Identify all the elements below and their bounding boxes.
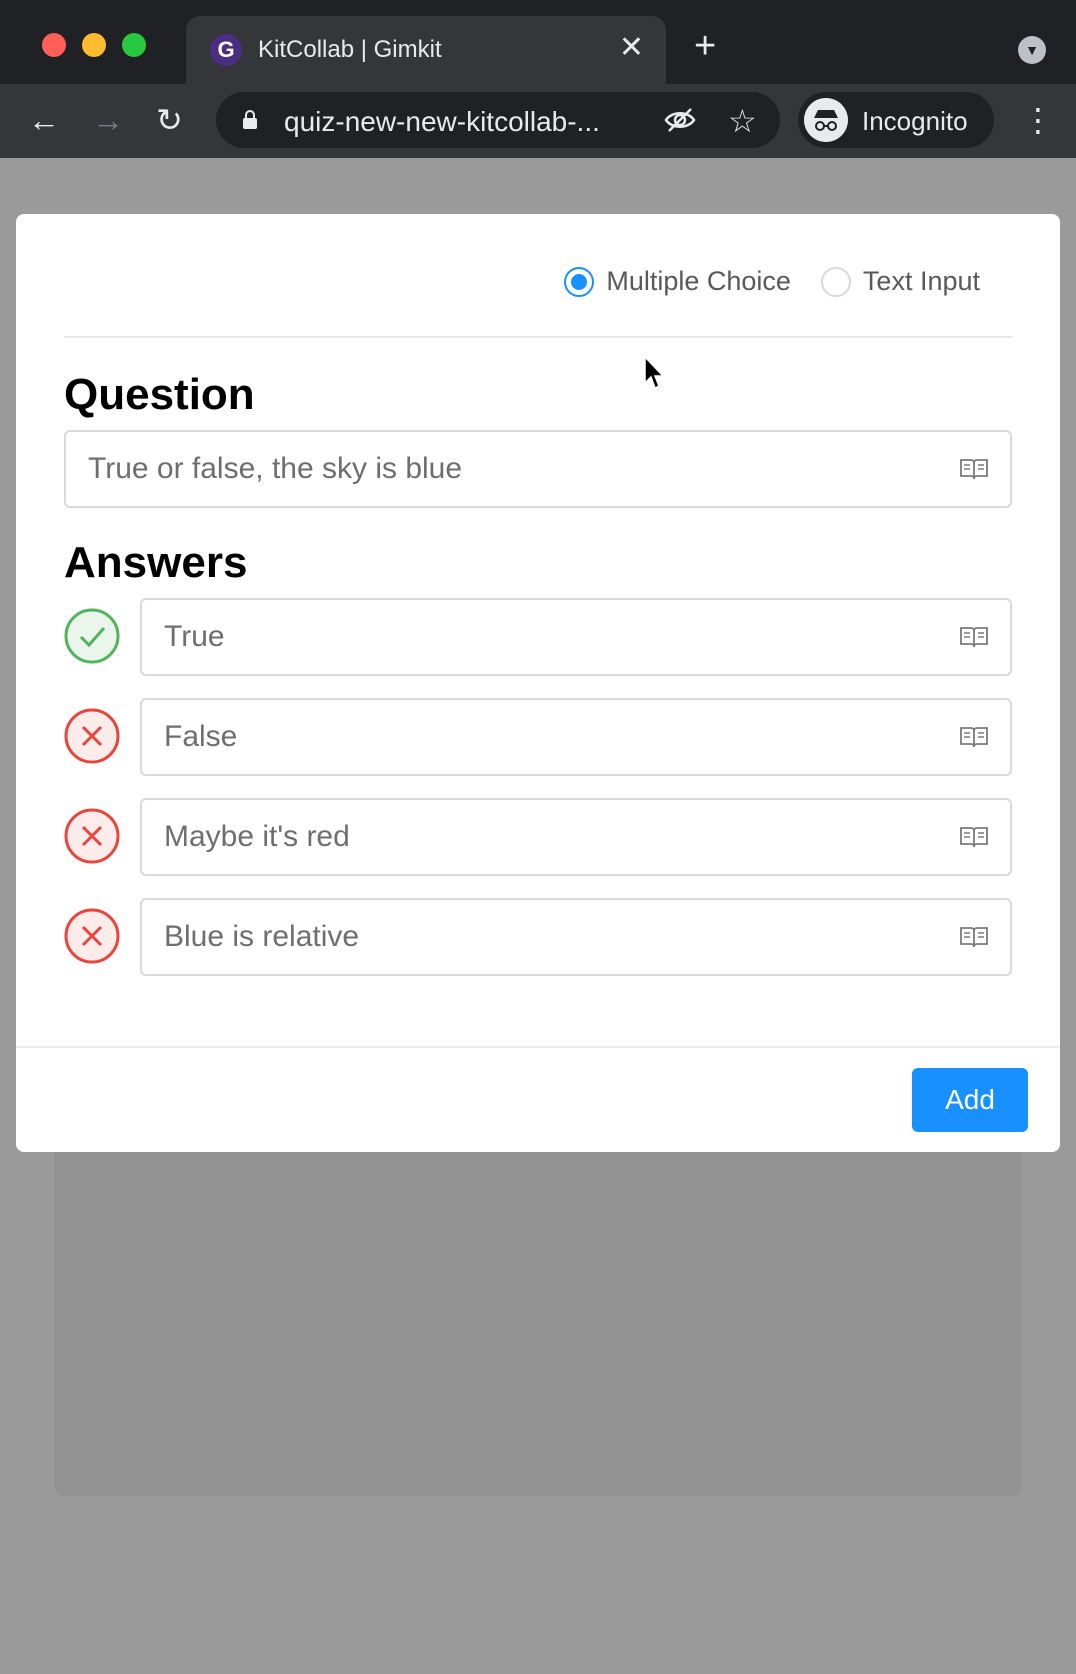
radio-text-input[interactable]: Text Input [820, 266, 980, 297]
answer-text: Blue is relative [164, 920, 360, 953]
book-icon[interactable] [960, 626, 988, 648]
back-arrow-icon[interactable]: ← [28, 102, 60, 138]
address-bar[interactable]: quiz-new-new-kitcollab-... ☆ [216, 92, 780, 148]
x-circle-icon[interactable] [64, 808, 120, 864]
tab-close-icon[interactable]: ✕ [619, 30, 644, 66]
tab-title: KitCollab | Gimkit [258, 36, 442, 63]
radio-unchecked-icon[interactable] [820, 266, 851, 297]
answer-input[interactable]: True [140, 598, 1012, 676]
question-heading: Question [64, 370, 255, 419]
browser-toolbar: ← → ↻ quiz-new-new-kitcollab-... ☆ Incog… [0, 84, 1076, 158]
book-icon[interactable] [960, 458, 988, 480]
window-close-button[interactable] [42, 33, 66, 57]
incognito-icon [804, 98, 848, 142]
reload-icon[interactable]: ↻ [156, 102, 183, 138]
answer-input[interactable]: Blue is relative [140, 898, 1012, 976]
x-circle-icon[interactable] [64, 908, 120, 964]
lock-icon [243, 110, 257, 129]
check-circle-icon[interactable] [64, 608, 120, 664]
tab-search-icon[interactable]: ▼ [1018, 36, 1046, 64]
bookmark-star-icon[interactable]: ☆ [728, 102, 757, 140]
question-text: True or false, the sky is blue [88, 452, 463, 485]
window-maximize-button[interactable] [122, 33, 146, 57]
answer-text: False [164, 720, 238, 753]
browser-tab[interactable]: G KitCollab | Gimkit ✕ [186, 16, 666, 84]
mouse-cursor-icon [644, 356, 665, 390]
book-icon[interactable] [960, 926, 988, 948]
radio-multiple-choice[interactable]: Multiple Choice [564, 266, 791, 297]
answer-input[interactable]: Maybe it's red [140, 798, 1012, 876]
radio-label: Text Input [862, 266, 980, 296]
divider [64, 336, 1012, 338]
incognito-label: Incognito [862, 106, 968, 136]
more-menu-icon[interactable]: ⋮ [1022, 102, 1054, 138]
question-input[interactable]: True or false, the sky is blue [64, 430, 1012, 508]
incognito-profile-button[interactable]: Incognito [798, 92, 994, 148]
url-text: quiz-new-new-kitcollab-... [284, 106, 600, 137]
x-circle-icon[interactable] [64, 708, 120, 764]
gimkit-favicon-icon: G [210, 34, 242, 66]
eye-off-icon[interactable] [664, 106, 696, 134]
radio-checked-icon[interactable] [564, 266, 595, 297]
answer-text: Maybe it's red [164, 820, 350, 853]
add-button[interactable]: Add [912, 1068, 1028, 1132]
divider [16, 1046, 1060, 1048]
browser-titlebar: G KitCollab | Gimkit ✕ + ▼ [0, 0, 1076, 84]
answer-input[interactable]: False [140, 698, 1012, 776]
book-icon[interactable] [960, 826, 988, 848]
radio-label: Multiple Choice [606, 266, 791, 296]
answers-heading: Answers [64, 538, 248, 587]
window-minimize-button[interactable] [82, 33, 106, 57]
answer-text: True [164, 620, 225, 653]
question-type-radio-group: Multiple Choice Text Input [534, 266, 980, 297]
forward-arrow-icon[interactable]: → [92, 102, 124, 138]
new-tab-button[interactable]: + [694, 27, 716, 65]
book-icon[interactable] [960, 726, 988, 748]
question-modal: Multiple Choice Text Input Question True… [16, 214, 1060, 1152]
